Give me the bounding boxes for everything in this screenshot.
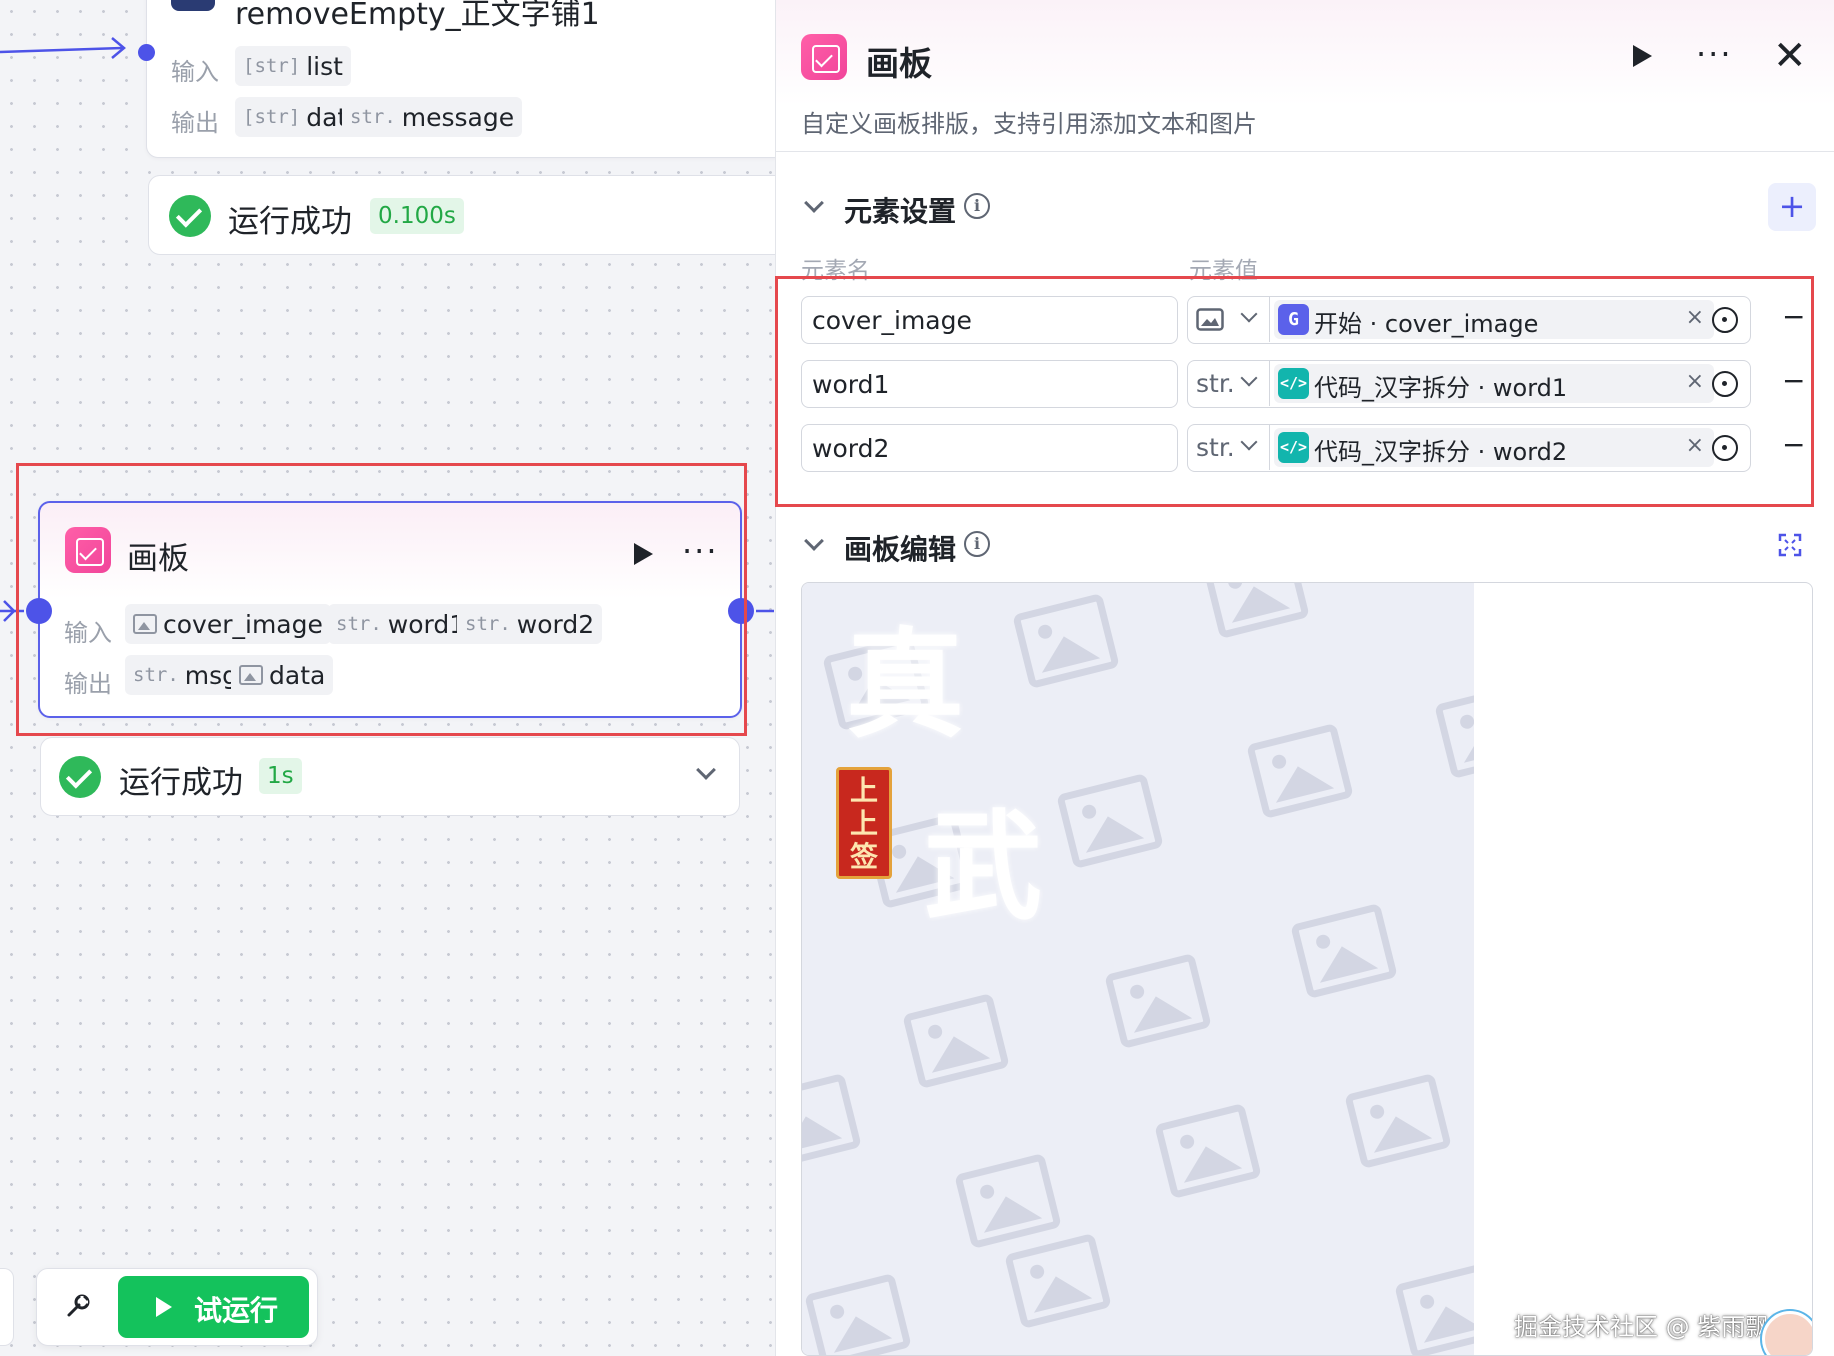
input-label: 输入 [171,58,219,86]
input-port-top[interactable] [138,44,155,61]
image-placeholder-icon [1434,683,1474,779]
section-title-editor: 画板编辑 [844,533,957,566]
duration-badge: 0.100s [370,198,464,234]
bottom-toolbar: 试运行 [36,1268,318,1346]
chevron-down-icon[interactable] [696,760,716,780]
cover-image: 真 武 上上签 [802,583,1474,1355]
chip-label: list [306,51,343,81]
duration-badge: 1s [259,758,302,794]
highlight-box-elements [775,276,1814,507]
output-label: 输出 [171,109,219,137]
play-icon [156,1297,172,1317]
node-title: removeEmpty_正文字铺1 [235,0,600,32]
board-icon [801,34,847,80]
image-placeholder-icon [1012,593,1120,689]
image-placeholder-icon [804,1273,912,1355]
image-placeholder-icon [1004,1233,1112,1329]
image-placeholder-icon [1344,1073,1452,1169]
chip-label: message [401,102,515,132]
panel-description: 自定义画板排版，支持引用添加文本和图片 [801,110,1257,138]
info-icon[interactable]: i [964,193,990,219]
board-canvas[interactable]: 真 武 上上签 掘金技术社区 @ 紫雨飘扬 [801,582,1813,1356]
image-placeholder-icon [1394,1263,1474,1355]
type-tag: str. [350,106,396,128]
panel-title: 画板 [866,44,932,83]
run-result-top[interactable]: 运行成功 0.100s [148,175,788,255]
run-node-icon[interactable] [1633,45,1652,67]
image-placeholder-icon [1202,583,1310,639]
node-icon [171,0,215,11]
image-placeholder-icon [1104,953,1212,1049]
connection-edge-out [756,609,774,613]
highlight-box-node [16,463,747,736]
success-check-icon [59,756,101,798]
run-status: 运行成功 [228,204,352,240]
image-placeholder-icon [1056,773,1164,869]
collapse-chevron-icon[interactable] [804,193,824,213]
add-element-button[interactable]: + [1768,183,1816,231]
info-icon[interactable]: i [964,531,990,557]
connection-edge-top [0,37,126,59]
fullscreen-icon[interactable] [1778,533,1802,557]
seal-stamp: 上上签 [836,767,892,879]
image-placeholder-icon [1154,1103,1262,1199]
left-toolbar-edge [0,1268,14,1346]
test-run-label: 试运行 [194,1294,279,1327]
output-chip-message: str. message [342,97,523,137]
calligraphy-char: 武 [924,797,1043,936]
image-placeholder-icon [802,1073,862,1169]
watermark: 掘金技术社区 @ 紫雨飘扬 [1514,1313,1794,1341]
type-tag: [str] [243,55,301,77]
image-placeholder-icon [902,993,1010,1089]
image-placeholder-icon [954,1153,1062,1249]
wrench-icon[interactable] [63,1291,93,1321]
image-placeholder-icon [1290,903,1398,999]
success-check-icon [169,195,211,237]
test-run-button[interactable]: 试运行 [118,1276,309,1338]
type-tag: [str] [243,106,301,128]
run-status: 运行成功 [119,765,243,801]
more-icon[interactable]: ··· [1696,38,1733,70]
section-title-elements: 元素设置 [844,195,957,228]
run-result-board[interactable]: 运行成功 1s [40,737,740,816]
image-placeholder-icon [1246,723,1354,819]
calligraphy-char: 真 [846,615,965,754]
panel-header: 画板 ··· ✕ 自定义画板排版，支持引用添加文本和图片 [776,0,1834,152]
close-icon[interactable]: ✕ [1773,36,1807,76]
input-chip-list: [str] list [235,46,351,86]
collapse-chevron-icon[interactable] [804,531,824,551]
